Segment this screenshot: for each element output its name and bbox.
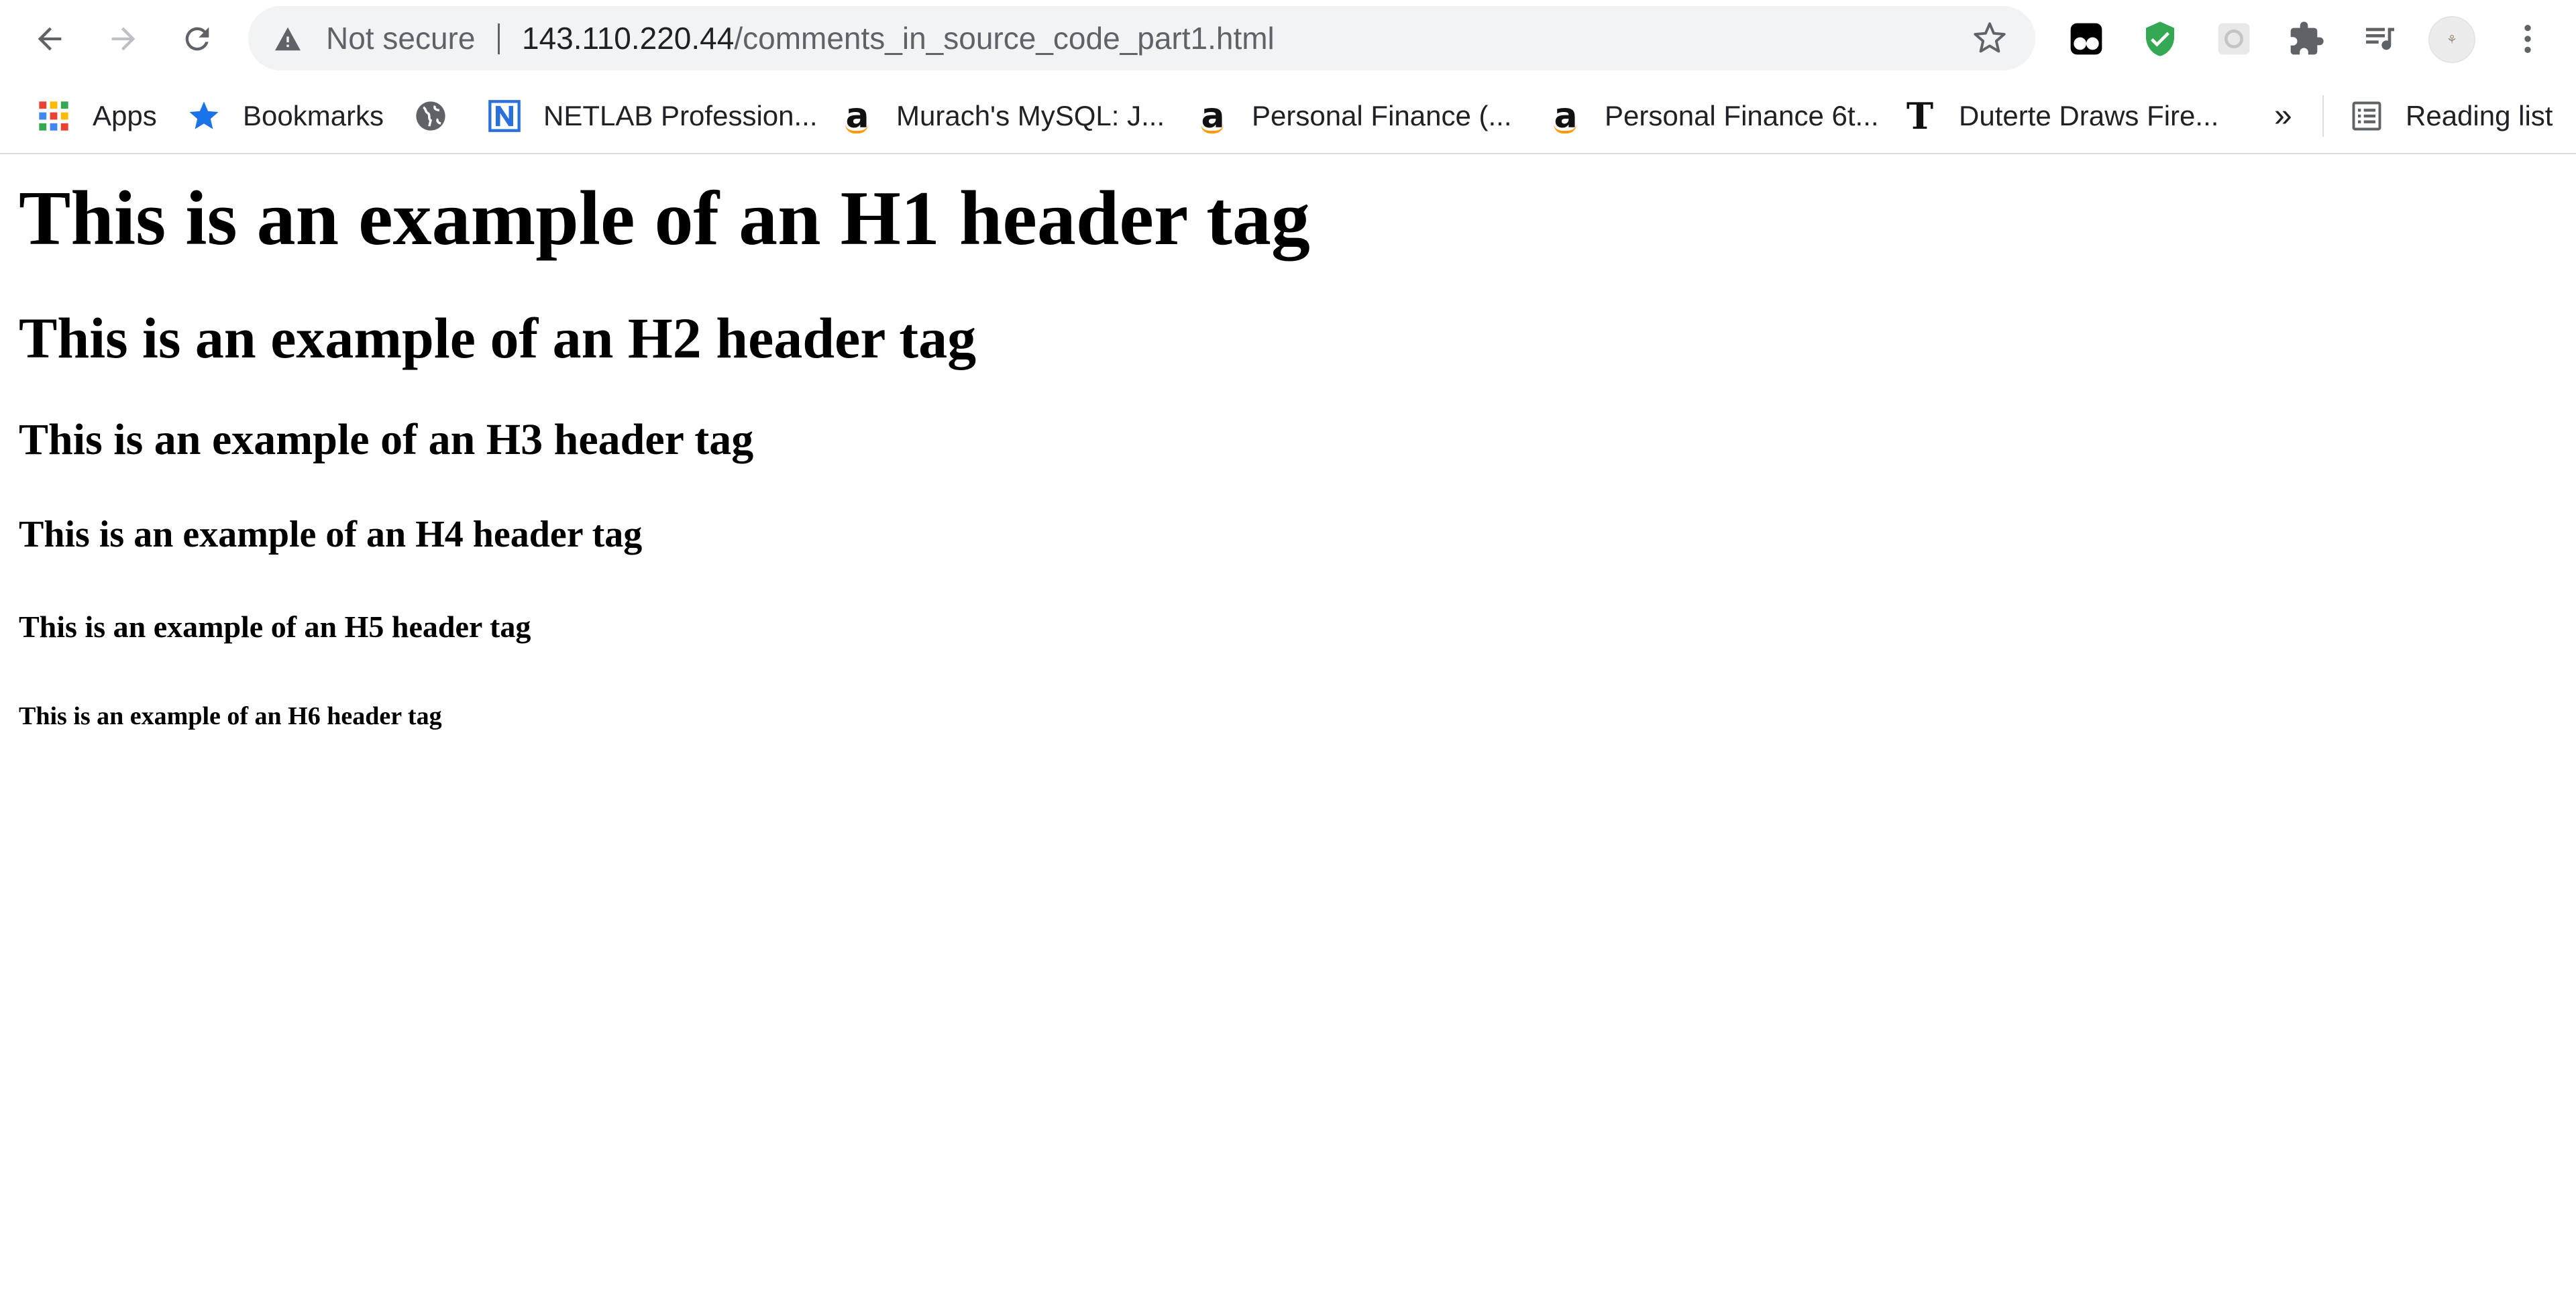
shield-extension-icon[interactable]: [2140, 19, 2180, 59]
bookmark-label: Murach's MySQL: J...: [896, 100, 1165, 131]
bookmark-personal-finance-1[interactable]: a Personal Finance (...: [1194, 79, 1512, 153]
bookmark-label: Bookmarks: [243, 100, 384, 131]
nyt-icon: T: [1906, 95, 1934, 137]
bookmark-netlab[interactable]: NETLAB Profession...: [486, 79, 818, 153]
profile-avatar[interactable]: ⚘: [2428, 16, 2475, 63]
browser-toolbar: Not secure 143.110.220.44/comments_in_so…: [0, 0, 2576, 79]
bookmark-bookmarks[interactable]: Bookmarks: [185, 79, 384, 153]
heading-h1: This is an example of an H1 header tag: [19, 176, 1310, 262]
globe-icon: [412, 97, 449, 135]
bookmark-label: Personal Finance (...: [1252, 100, 1512, 131]
tampermonkey-extension-icon[interactable]: [2066, 19, 2106, 59]
back-arrow-icon: [38, 27, 62, 51]
amazon-icon: a: [839, 96, 876, 136]
url-path: /comments_in_source_code_part1.html: [734, 21, 1275, 56]
forward-arrow-icon: [111, 27, 136, 51]
bookmarks-overflow-button[interactable]: »: [2274, 79, 2292, 153]
not-secure-label[interactable]: Not secure: [326, 6, 475, 70]
amazon-icon: a: [1547, 96, 1585, 136]
gear-extension-icon[interactable]: [2214, 19, 2254, 59]
bookmark-globe[interactable]: [412, 79, 470, 153]
address-bar[interactable]: Not secure 143.110.220.44/comments_in_so…: [248, 6, 2035, 70]
url-host: 143.110.220.44: [522, 21, 735, 56]
star-icon: [185, 97, 223, 135]
heading-h3: This is an example of an H3 header tag: [19, 415, 754, 464]
reading-list-icon: [2348, 97, 2385, 135]
reload-icon: [185, 27, 209, 51]
bookmark-label: Duterte Draws Fire...: [1959, 100, 2219, 131]
media-queue-icon[interactable]: [2360, 19, 2400, 59]
heading-h6: This is an example of an H6 header tag: [19, 702, 442, 730]
bookmarks-divider: [2322, 95, 2324, 137]
reading-list-label: Reading list: [2406, 100, 2553, 131]
heading-h5: This is an example of an H5 header tag: [19, 610, 531, 644]
bookmark-duterte[interactable]: T Duterte Draws Fire...: [1901, 79, 2219, 153]
bookmark-personal-finance-2[interactable]: a Personal Finance 6t...: [1547, 79, 1879, 153]
bookmark-label: Personal Finance 6t...: [1605, 100, 1879, 131]
omnibox-separator: [498, 23, 500, 54]
heading-h2: This is an example of an H2 header tag: [19, 306, 977, 370]
bookmark-star-icon[interactable]: [1972, 21, 2007, 56]
bookmark-apps[interactable]: Apps: [35, 79, 157, 153]
netlab-icon: [486, 97, 523, 135]
extensions-puzzle-icon[interactable]: [2286, 19, 2326, 59]
bookmark-murach-mysql[interactable]: a Murach's MySQL: J...: [839, 79, 1165, 153]
apps-grid-icon: [35, 97, 72, 135]
bookmark-label: NETLAB Profession...: [543, 100, 818, 131]
reading-list-button[interactable]: Reading list: [2348, 79, 2553, 153]
bookmarks-bar: Apps Bookmarks NETLAB Profession... a Mu…: [0, 79, 2576, 154]
back-button[interactable]: [25, 15, 74, 63]
url-text[interactable]: 143.110.220.44/comments_in_source_code_p…: [522, 6, 1275, 70]
amazon-icon: a: [1194, 96, 1232, 136]
more-vert-icon: [2524, 25, 2531, 53]
reload-button[interactable]: [173, 15, 221, 63]
forward-button[interactable]: [99, 15, 148, 63]
warning-icon: [275, 27, 301, 51]
heading-h4: This is an example of an H4 header tag: [19, 514, 643, 555]
bookmark-label: Apps: [93, 100, 157, 131]
menu-button[interactable]: [2508, 19, 2548, 59]
